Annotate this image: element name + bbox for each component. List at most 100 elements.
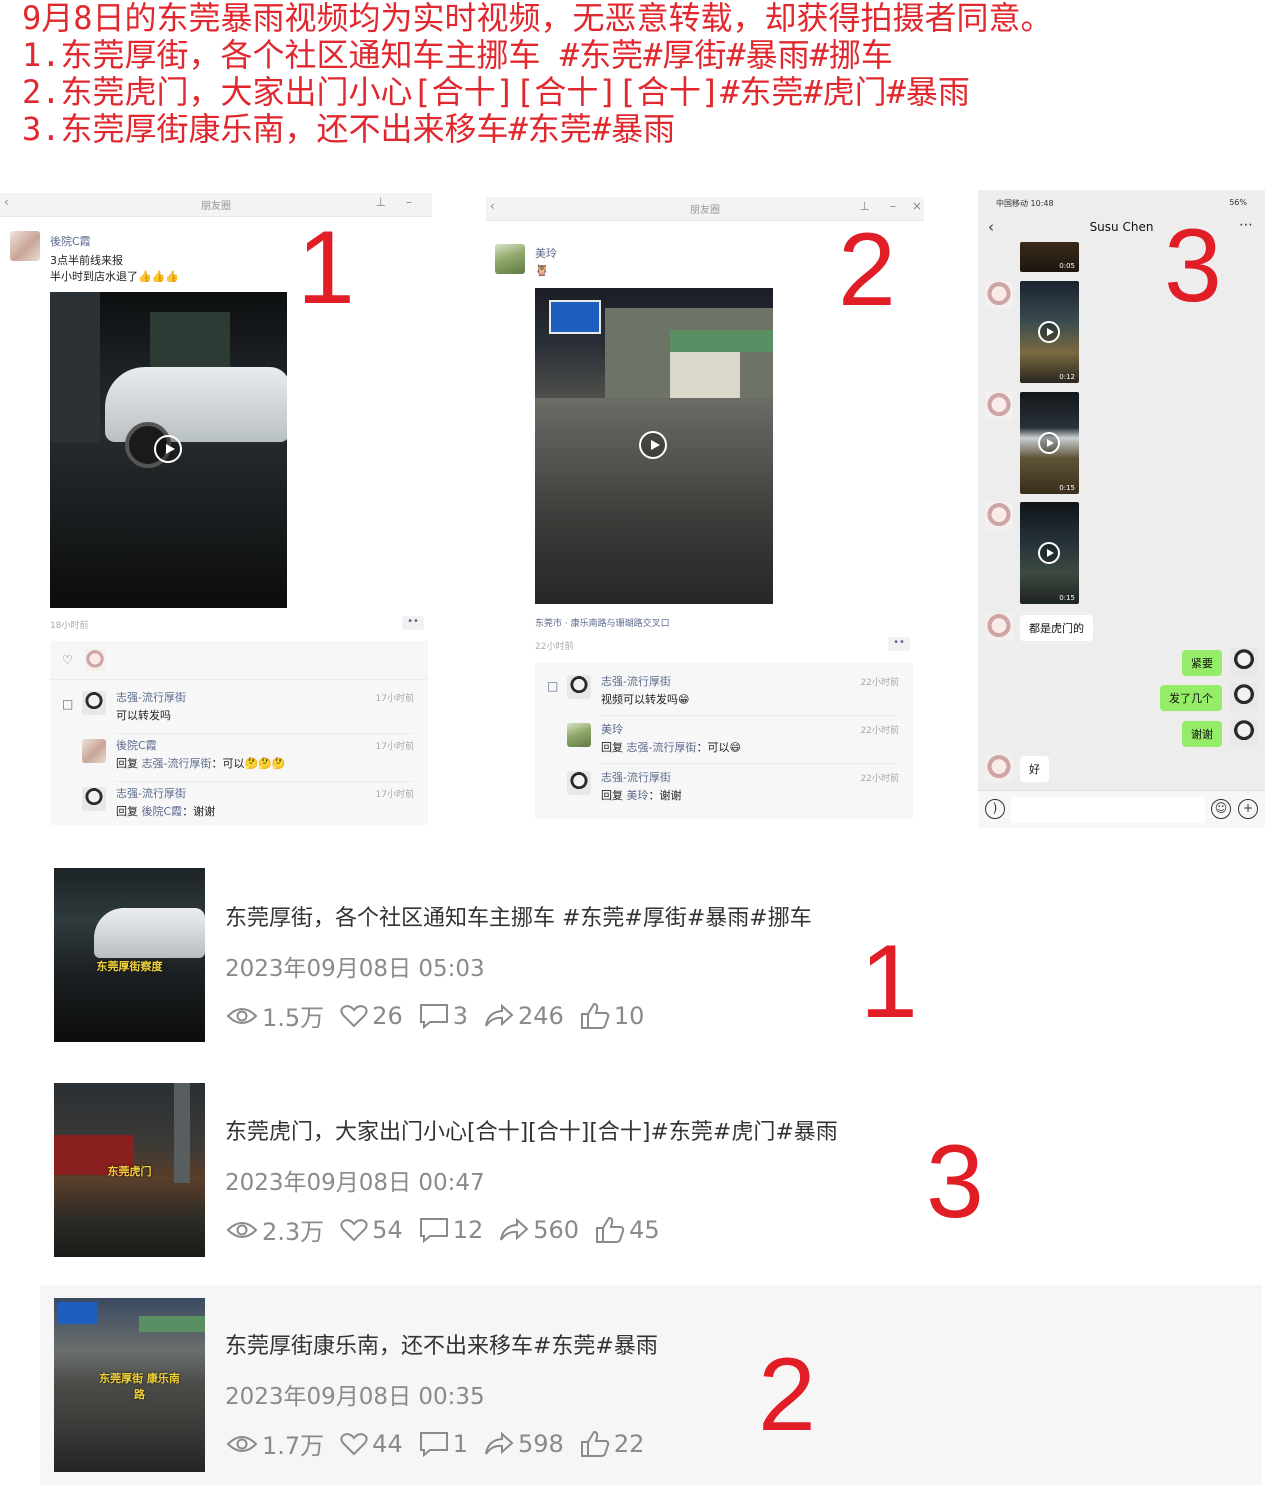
comment-item[interactable]: 志强-流行厚街 17小时前 可以转发吗	[50, 687, 428, 733]
location-text[interactable]: 东莞市 · 康乐南路与珊瑚路交叉口	[535, 616, 670, 629]
play-icon[interactable]	[154, 435, 182, 463]
comment-item[interactable]: 志强-流行厚街 22小时前 回复 美玲：谢谢	[535, 767, 913, 813]
my-avatar[interactable]	[1230, 648, 1258, 676]
comment-item[interactable]: 美玲 22小时前 回复 志强-流行厚街：可以😄	[535, 719, 913, 765]
chat-video[interactable]: 0:12	[1020, 281, 1079, 383]
comments-stat[interactable]: 12	[419, 1216, 483, 1244]
commenter-avatar[interactable]	[82, 739, 106, 763]
post-video[interactable]	[50, 292, 287, 608]
comment-time: 22小时前	[860, 678, 899, 688]
play-icon[interactable]	[639, 431, 667, 459]
shares-stat[interactable]: 246	[484, 1002, 564, 1030]
contact-avatar[interactable]	[985, 281, 1013, 309]
commenter-name[interactable]: 美玲	[601, 721, 623, 737]
minimize-icon[interactable]: –	[890, 199, 896, 213]
likes-stat[interactable]: 44	[340, 1430, 403, 1458]
plus-icon[interactable]: +	[1238, 799, 1258, 819]
reply-prefix: 回复	[601, 789, 623, 802]
thumbs-count: 45	[629, 1215, 660, 1244]
reply-prefix: 回复	[601, 741, 623, 754]
commenter-avatar[interactable]	[567, 771, 591, 795]
video-card[interactable]: 东莞厚街察度 东莞厚街，各个社区通知车主挪车 #东莞#厚街#暴雨#挪车 2023…	[40, 858, 1262, 1058]
thumbnail-caption: 东莞虎门	[107, 1165, 152, 1178]
comment-item[interactable]: 志强-流行厚街 17小时前 回复 後院C霞：谢谢	[50, 783, 428, 825]
likes-count: 26	[372, 1001, 403, 1030]
liker-avatar[interactable]	[85, 649, 105, 671]
battery-level: 56%	[1229, 198, 1247, 207]
comment-time: 17小时前	[375, 742, 414, 752]
thumbs-up-icon	[596, 1216, 625, 1243]
pin-icon[interactable]: ⊥	[860, 199, 870, 213]
commenter-name[interactable]: 志强-流行厚街	[116, 689, 186, 705]
video-thumbnail[interactable]: 东莞厚街 康乐南路	[54, 1298, 205, 1472]
play-icon[interactable]	[1038, 542, 1060, 564]
avatar[interactable]	[495, 244, 525, 274]
author-name[interactable]: 美玲	[535, 245, 557, 261]
contact-avatar[interactable]	[985, 754, 1013, 782]
video-card[interactable]: 东莞虎门 东莞虎门，大家出门小心[合十][合十][合十]#东莞#虎门#暴雨 20…	[40, 1072, 1262, 1272]
reply-to-name[interactable]: 美玲	[627, 789, 649, 802]
voice-icon[interactable]: )	[985, 799, 1005, 819]
close-icon[interactable]: ×	[912, 199, 922, 213]
commenter-avatar[interactable]	[567, 675, 591, 699]
video-stats: 2.3万 54 12 560 45	[226, 1212, 676, 1247]
avatar[interactable]	[10, 231, 40, 261]
more-icon[interactable]: ⋯	[1239, 217, 1253, 233]
shares-stat[interactable]: 598	[484, 1430, 564, 1458]
chat-video[interactable]: 0:15	[1020, 392, 1079, 494]
video-card[interactable]: 东莞厚街 康乐南路 东莞厚街康乐南，还不出来移车#东莞#暴雨 2023年09月0…	[40, 1285, 1262, 1485]
reply-to-name[interactable]: 志强-流行厚街	[627, 741, 697, 754]
commenter-avatar[interactable]	[567, 723, 591, 747]
post-text-line-2: 半小时到店水退了👍👍👍	[50, 270, 180, 283]
commenter-avatar[interactable]	[82, 691, 106, 715]
thumbs-stat[interactable]: 22	[580, 1430, 644, 1458]
comments-stat[interactable]: 3	[419, 1002, 468, 1030]
my-avatar[interactable]	[1230, 719, 1258, 747]
video-title[interactable]: 东莞厚街康乐南，还不出来移车#东莞#暴雨	[225, 1328, 658, 1360]
commenter-avatar[interactable]	[82, 787, 106, 811]
play-icon[interactable]	[1038, 432, 1060, 454]
contact-avatar[interactable]	[985, 502, 1013, 530]
commenter-name[interactable]: 志强-流行厚街	[601, 769, 671, 785]
shares-count: 598	[518, 1429, 564, 1458]
chat-video[interactable]: 0:05	[1020, 242, 1079, 272]
minimize-icon[interactable]: –	[406, 195, 412, 209]
more-actions-button[interactable]: ••	[402, 616, 424, 630]
reply-to-name[interactable]: 志强-流行厚街	[142, 757, 212, 770]
comment-item[interactable]: 志强-流行厚街 22小时前 视频可以转发吗😁	[535, 671, 913, 717]
shares-stat[interactable]: 560	[499, 1216, 579, 1244]
my-avatar[interactable]	[1230, 683, 1258, 711]
panel-number-3: 3	[1164, 208, 1222, 324]
chat-video[interactable]: 0:15	[1020, 502, 1079, 604]
author-name[interactable]: 後院C霞	[50, 233, 91, 249]
comment-item[interactable]: 後院C霞 17小时前 回复 志强-流行厚街：可以🤔🤔🤔	[50, 735, 428, 781]
video-thumbnail[interactable]: 东莞虎门	[54, 1083, 205, 1257]
commenter-name[interactable]: 志强-流行厚街	[601, 673, 671, 689]
likes-stat[interactable]: 54	[340, 1216, 403, 1244]
more-actions-button[interactable]: ••	[888, 637, 910, 651]
car-shape	[94, 908, 205, 958]
chat-message: 谢谢	[1182, 721, 1222, 747]
comments-count: 1	[452, 1429, 468, 1458]
video-title[interactable]: 东莞虎门，大家出门小心[合十][合十][合十]#东莞#虎门#暴雨	[225, 1114, 838, 1146]
message-input[interactable]	[1011, 797, 1205, 823]
contact-avatar[interactable]	[985, 392, 1013, 420]
comment-text: 回复 志强-流行厚街：可以😄	[601, 739, 741, 755]
comments-stat[interactable]: 1	[419, 1430, 468, 1458]
thumbs-stat[interactable]: 10	[580, 1002, 644, 1030]
play-icon[interactable]	[1038, 321, 1060, 343]
pin-icon[interactable]: ⊥	[376, 195, 386, 209]
reply-to-name[interactable]: 後院C霞	[142, 805, 183, 818]
video-title[interactable]: 东莞厚街，各个社区通知车主挪车 #东莞#厚街#暴雨#挪车	[225, 900, 812, 932]
emoji-icon[interactable]: ☺	[1211, 799, 1231, 819]
road-sign-shape	[549, 300, 601, 334]
commenter-name[interactable]: 後院C霞	[116, 737, 157, 753]
chat-message: 紧要	[1182, 650, 1222, 676]
post-video[interactable]	[535, 288, 773, 604]
thumbs-stat[interactable]: 45	[595, 1216, 660, 1244]
video-thumbnail[interactable]: 东莞厚街察度	[54, 868, 205, 1042]
contact-avatar[interactable]	[985, 613, 1013, 641]
commenter-name[interactable]: 志强-流行厚街	[116, 785, 186, 801]
heart-icon	[340, 1432, 368, 1455]
likes-stat[interactable]: 26	[340, 1002, 403, 1030]
